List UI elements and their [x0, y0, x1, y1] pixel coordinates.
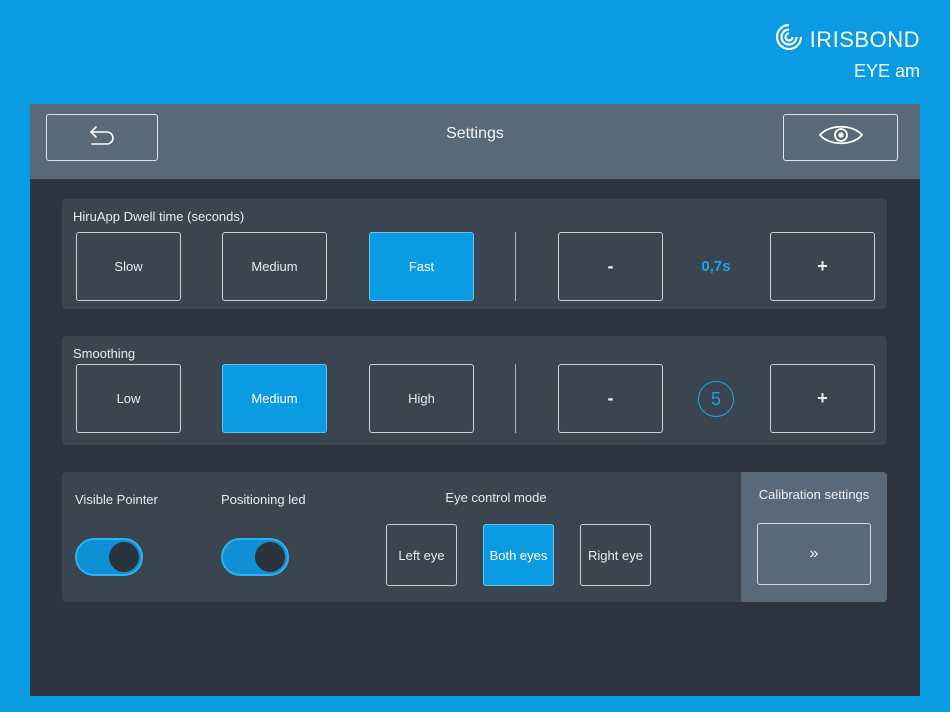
smoothing-low-button[interactable]: Low: [76, 364, 181, 433]
eye-icon: [817, 122, 865, 153]
smoothing-medium-button[interactable]: Medium: [222, 364, 327, 433]
positioning-led-toggle[interactable]: [221, 538, 289, 576]
calibration-settings-label: Calibration settings: [758, 487, 870, 502]
positioning-led-label: Positioning led: [221, 492, 306, 507]
smoothing-value: 5: [698, 381, 734, 417]
both-eyes-button[interactable]: Both eyes: [483, 524, 554, 586]
options-card: Visible Pointer Positioning led Eye cont…: [62, 472, 887, 602]
left-eye-button[interactable]: Left eye: [386, 524, 457, 586]
brand-subtitle: EYE am: [853, 61, 920, 81]
smoothing-card: Smoothing Low Medium High - 5 +: [62, 336, 887, 445]
smoothing-increase-button[interactable]: +: [770, 364, 875, 433]
toggle-knob: [255, 542, 285, 572]
calibration-section: Calibration settings »: [741, 472, 887, 602]
irisbond-logo-icon: [774, 22, 804, 57]
dwell-time-label: HiruApp Dwell time (seconds): [73, 209, 245, 224]
dwell-time-card: HiruApp Dwell time (seconds) Slow Medium…: [62, 199, 887, 309]
divider: [515, 364, 516, 433]
dwell-medium-button[interactable]: Medium: [222, 232, 327, 301]
eye-control-mode-label: Eye control mode: [445, 490, 547, 505]
divider: [515, 232, 516, 301]
calibration-settings-button[interactable]: »: [757, 523, 871, 585]
double-chevron-right-icon: »: [809, 545, 819, 562]
visible-pointer-toggle[interactable]: [75, 538, 143, 576]
settings-panel: Settings HiruApp Dwell time (seconds) Sl…: [30, 104, 920, 696]
top-bar: Settings: [30, 104, 920, 179]
smoothing-label: Smoothing: [73, 346, 136, 361]
visible-pointer-label: Visible Pointer: [75, 492, 158, 507]
eye-tracking-button[interactable]: [783, 114, 898, 161]
smoothing-high-button[interactable]: High: [369, 364, 474, 433]
dwell-slow-button[interactable]: Slow: [76, 232, 181, 301]
dwell-decrease-button[interactable]: -: [558, 232, 663, 301]
toggle-knob: [109, 542, 139, 572]
dwell-increase-button[interactable]: +: [770, 232, 875, 301]
dwell-value: 0,7s: [701, 258, 731, 275]
brand: IRISBOND EYE am: [774, 22, 920, 81]
right-eye-button[interactable]: Right eye: [580, 524, 651, 586]
smoothing-decrease-button[interactable]: -: [558, 364, 663, 433]
dwell-fast-button[interactable]: Fast: [369, 232, 474, 301]
brand-name: IRISBOND: [809, 26, 920, 52]
